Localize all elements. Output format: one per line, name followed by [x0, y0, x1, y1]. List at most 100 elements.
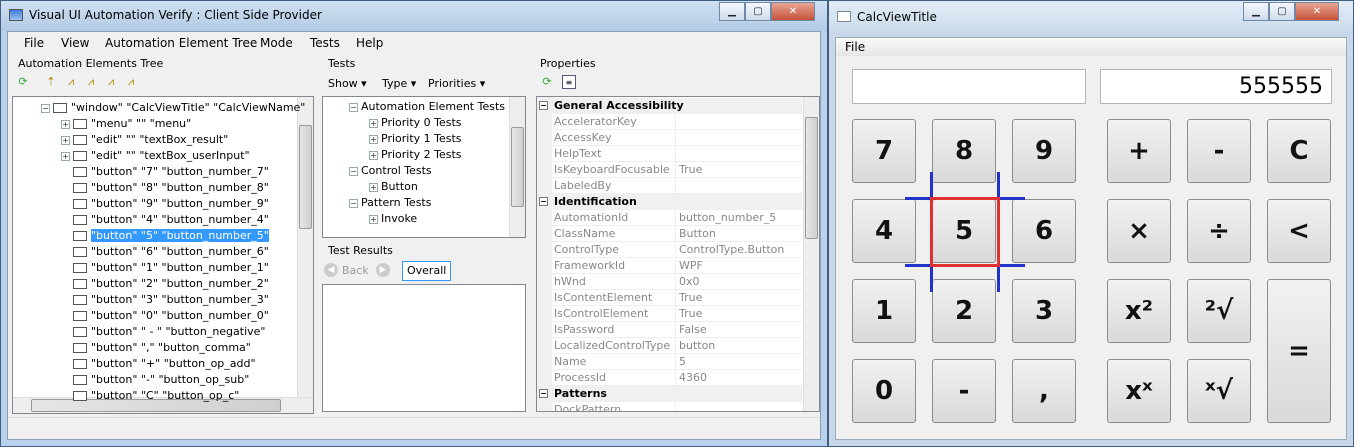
- test-node[interactable]: − Pattern Tests: [349, 195, 431, 211]
- test-results-area[interactable]: [322, 284, 526, 412]
- tree-node[interactable]: + "menu" "" "menu": [61, 116, 191, 132]
- expand-icon[interactable]: +: [61, 119, 70, 129]
- test-node[interactable]: + Invoke: [369, 211, 417, 227]
- type-dropdown[interactable]: Type ▾: [382, 77, 416, 90]
- test-node[interactable]: + Button: [369, 179, 418, 195]
- button-0[interactable]: 0: [852, 359, 916, 423]
- tree-node[interactable]: "button" "," "button_comma": [61, 340, 251, 356]
- button-9[interactable]: 9: [1012, 119, 1076, 183]
- test-node[interactable]: + Priority 1 Tests: [369, 131, 462, 147]
- tree-node[interactable]: "button" "3" "button_number_3": [61, 292, 269, 308]
- goto-last-child-icon[interactable]: ⩘: [124, 75, 138, 89]
- button-equals[interactable]: =: [1267, 279, 1331, 423]
- button-4[interactable]: 4: [852, 199, 916, 263]
- collapse-icon[interactable]: −: [349, 166, 358, 176]
- property-row[interactable]: LabeledBy: [552, 178, 802, 194]
- title-bar[interactable]: Visual UI Automation Verify : Client Sid…: [1, 1, 827, 31]
- props-vscroll-thumb[interactable]: [805, 117, 818, 239]
- test-node[interactable]: + Priority 0 Tests: [369, 115, 462, 131]
- property-row[interactable]: AcceleratorKey: [552, 114, 802, 130]
- expand-icon[interactable]: +: [369, 118, 378, 128]
- expand-icon[interactable]: +: [61, 135, 70, 145]
- tree-node[interactable]: "button" "6" "button_number_6": [61, 244, 269, 260]
- button-8[interactable]: 8: [932, 119, 996, 183]
- tree-node[interactable]: + "edit" "" "textBox_userInput": [61, 148, 250, 164]
- tree-node[interactable]: "button" "8" "button_number_8": [61, 180, 269, 196]
- property-row[interactable]: hWnd 0x0: [552, 274, 802, 290]
- button-divide[interactable]: ÷: [1187, 199, 1251, 263]
- property-row[interactable]: FrameworkId WPF: [552, 258, 802, 274]
- property-category[interactable]: − Identification: [537, 194, 802, 210]
- tree-node[interactable]: + "edit" "" "textBox_result": [61, 132, 228, 148]
- test-node[interactable]: + Priority 2 Tests: [369, 147, 462, 163]
- property-row[interactable]: ProcessId 4360: [552, 370, 802, 386]
- button-add[interactable]: +: [1107, 119, 1171, 183]
- calc-title-bar[interactable]: CalcViewTitle ▁ ▢ ✕: [829, 1, 1353, 31]
- tree-node[interactable]: "button" "C" "button_op_c": [61, 388, 239, 404]
- menu-view[interactable]: View: [61, 36, 89, 50]
- forward-arrow-icon[interactable]: ▶: [376, 263, 390, 277]
- property-list-icon[interactable]: ≡: [562, 75, 576, 89]
- minimize-button[interactable]: ▁: [719, 2, 745, 21]
- goto-first-child-icon[interactable]: ⩘: [64, 75, 78, 89]
- tree-vscroll-thumb[interactable]: [299, 125, 312, 229]
- collapse-icon[interactable]: −: [539, 197, 548, 206]
- tree-node[interactable]: "button" "2" "button_number_2": [61, 276, 269, 292]
- button-sqrt[interactable]: ²√: [1187, 279, 1251, 343]
- property-row[interactable]: LocalizedControlType button: [552, 338, 802, 354]
- back-arrow-icon[interactable]: ◀: [324, 263, 338, 277]
- tests-tree[interactable]: − Automation Element Tests + Priority 0 Tes…: [322, 96, 526, 238]
- collapse-icon[interactable]: −: [349, 102, 358, 112]
- button-clear[interactable]: C: [1267, 119, 1331, 183]
- tree-vscroll[interactable]: [297, 97, 313, 397]
- priorities-dropdown[interactable]: Priorities ▾: [428, 77, 485, 90]
- button-multiply[interactable]: ×: [1107, 199, 1171, 263]
- collapse-icon[interactable]: −: [539, 101, 548, 110]
- property-row[interactable]: ClassName Button: [552, 226, 802, 242]
- menu-help[interactable]: Help: [356, 36, 383, 50]
- button-2[interactable]: 2: [932, 279, 996, 343]
- button-negative[interactable]: -: [932, 359, 996, 423]
- tree-node[interactable]: "button" "9" "button_number_9": [61, 196, 269, 212]
- expand-icon[interactable]: +: [369, 134, 378, 144]
- property-row[interactable]: IsContentElement True: [552, 290, 802, 306]
- property-row[interactable]: HelpText: [552, 146, 802, 162]
- property-row[interactable]: ControlType ControlType.Button: [552, 242, 802, 258]
- menu-automation-element-tree[interactable]: Automation Element Tree: [105, 36, 257, 50]
- button-comma[interactable]: ,: [1012, 359, 1076, 423]
- button-7[interactable]: 7: [852, 119, 916, 183]
- show-dropdown[interactable]: Show ▾: [328, 77, 367, 90]
- tree-node[interactable]: "button" "0" "button_number_0": [61, 308, 269, 324]
- tree-node[interactable]: "button" "7" "button_number_7": [61, 164, 269, 180]
- tests-vscroll-thumb[interactable]: [511, 127, 524, 207]
- automation-elements-tree[interactable]: − "window" "CalcViewTitle" "CalcViewName"…: [12, 96, 314, 414]
- user-input-display[interactable]: [852, 69, 1086, 104]
- expand-icon[interactable]: +: [369, 214, 378, 224]
- goto-prev-sibling-icon[interactable]: ⩘: [104, 75, 118, 89]
- property-row[interactable]: IsControlElement True: [552, 306, 802, 322]
- button-6[interactable]: 6: [1012, 199, 1076, 263]
- button-3[interactable]: 3: [1012, 279, 1076, 343]
- property-row[interactable]: DockPattern: [552, 402, 802, 411]
- test-node[interactable]: − Automation Element Tests: [349, 99, 505, 115]
- property-row[interactable]: IsPassword False: [552, 322, 802, 338]
- goto-next-sibling-icon[interactable]: ⩘: [84, 75, 98, 89]
- back-button[interactable]: Back: [342, 264, 369, 277]
- menu-tests[interactable]: Tests: [310, 36, 340, 50]
- tree-node[interactable]: "button" " - " "button_negative": [61, 324, 266, 340]
- expand-icon[interactable]: +: [369, 182, 378, 192]
- tree-node[interactable]: "button" "4" "button_number_4": [61, 212, 269, 228]
- button-power[interactable]: xˣ: [1107, 359, 1171, 423]
- button-subtract[interactable]: -: [1187, 119, 1251, 183]
- property-category[interactable]: − General Accessibility: [537, 98, 802, 114]
- calc-maximize-button[interactable]: ▢: [1269, 2, 1295, 21]
- calc-menu-file[interactable]: File: [845, 40, 865, 54]
- property-category[interactable]: − Patterns: [537, 386, 802, 402]
- button-square[interactable]: x²: [1107, 279, 1171, 343]
- result-display[interactable]: 555555: [1100, 69, 1332, 104]
- menu-mode[interactable]: Mode: [260, 36, 293, 50]
- tree-node[interactable]: "button" "-" "button_op_sub": [61, 372, 249, 388]
- properties-grid[interactable]: − General Accessibility AcceleratorKey Acce…: [536, 96, 820, 412]
- tree-node[interactable]: "button" "5" "button_number_5": [61, 228, 269, 244]
- tests-vscroll[interactable]: [509, 97, 525, 237]
